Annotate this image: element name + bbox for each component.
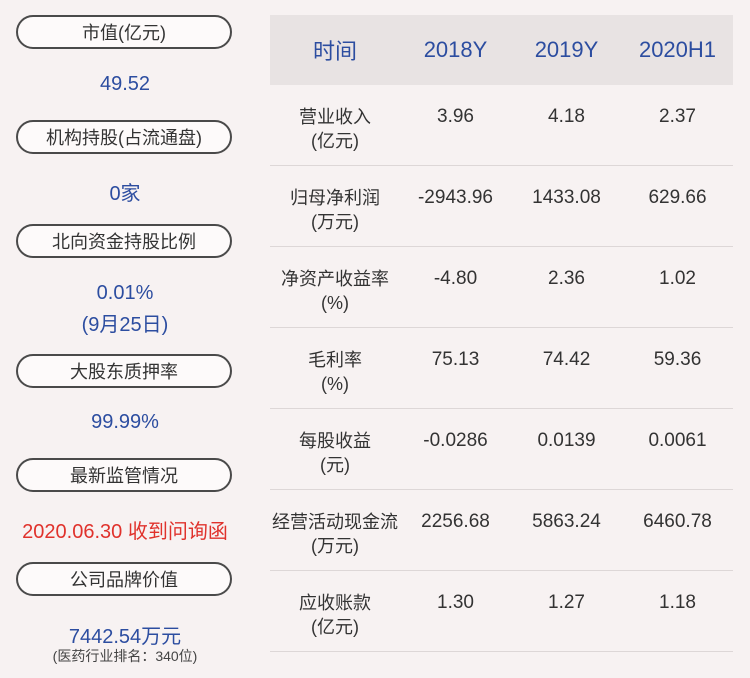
cell-value: -0.0286 (423, 430, 488, 451)
metric-label: 净资产收益率 (%) (281, 269, 389, 313)
metric-label: 经营活动现金流 (万元) (272, 512, 398, 556)
table-header: 时间 2018Y 2019Y 2020H1 (270, 15, 733, 85)
pledge-ratio-label: 大股东质押率 (16, 354, 232, 388)
metric-label: 每股收益 (元) (299, 431, 371, 475)
header-2018y: 2018Y (423, 37, 488, 62)
cell-value: 5863.24 (532, 511, 601, 532)
market-cap-value: 49.52 (99, 73, 151, 95)
cell-value: 2.37 (659, 106, 696, 127)
brand-value-value: 7442.54万元 (68, 626, 182, 648)
regulation-value: 2020.06.30 收到问询函 (22, 521, 228, 543)
cell-value: -4.80 (433, 268, 478, 289)
institution-holding-value: 0家 (109, 183, 141, 205)
cell-value: 6460.78 (643, 511, 712, 532)
table-row: 营业收入 (亿元) 3.96 4.18 2.37 (270, 85, 733, 166)
northbound-holding-date: (9月25日) (81, 314, 169, 336)
cell-value: 629.66 (648, 187, 707, 208)
cell-value: 3.96 (437, 106, 474, 127)
table-row: 经营活动现金流 (万元) 2256.68 5863.24 6460.78 (270, 490, 733, 571)
header-time: 时间 (312, 39, 357, 64)
regulation-label: 最新监管情况 (16, 458, 232, 492)
cell-value: 4.18 (548, 106, 585, 127)
table-row: 毛利率 (%) 75.13 74.42 59.36 (270, 328, 733, 409)
northbound-holding-value: 0.01% (96, 282, 154, 304)
cell-value: 0.0139 (537, 430, 596, 451)
metric-label: 毛利率 (%) (308, 350, 362, 394)
metric-label: 归母净利润 (万元) (290, 188, 380, 232)
metric-label: 应收账款 (亿元) (299, 593, 371, 637)
cell-value: -2943.96 (417, 187, 493, 208)
financial-table: 时间 2018Y 2019Y 2020H1 营业收入 (亿元) 3.96 4.18… (270, 15, 733, 652)
left-panel: 市值(亿元) 49.52 机构持股(占流通盘) 0家 北向资金持股比例 0.01… (0, 0, 250, 678)
cell-value: 1.30 (437, 592, 474, 613)
table-row: 净资产收益率 (%) -4.80 2.36 1.02 (270, 247, 733, 328)
cell-value: 74.42 (542, 349, 591, 370)
cell-value: 1433.08 (532, 187, 601, 208)
brand-value-rank: (医药行业排名：340位) (52, 648, 198, 664)
cell-value: 2256.68 (421, 511, 490, 532)
table-row: 归母净利润 (万元) -2943.96 1433.08 629.66 (270, 166, 733, 247)
header-2020h1: 2020H1 (638, 37, 717, 62)
northbound-holding-label: 北向资金持股比例 (16, 224, 232, 258)
pledge-ratio-value: 99.99% (91, 411, 159, 433)
cell-value: 2.36 (548, 268, 585, 289)
cell-value: 0.0061 (648, 430, 707, 451)
market-cap-label: 市值(亿元) (16, 15, 232, 49)
institution-holding-label: 机构持股(占流通盘) (16, 120, 232, 154)
cell-value: 1.27 (548, 592, 585, 613)
cell-value: 59.36 (653, 349, 702, 370)
table-row: 每股收益 (元) -0.0286 0.0139 0.0061 (270, 409, 733, 490)
cell-value: 75.13 (431, 349, 480, 370)
header-2019y: 2019Y (534, 37, 599, 62)
table-row: 应收账款 (亿元) 1.30 1.27 1.18 (270, 571, 733, 652)
cell-value: 1.18 (659, 592, 696, 613)
metric-label: 营业收入 (亿元) (299, 107, 371, 151)
cell-value: 1.02 (659, 268, 696, 289)
brand-value-label: 公司品牌价值 (16, 562, 232, 596)
